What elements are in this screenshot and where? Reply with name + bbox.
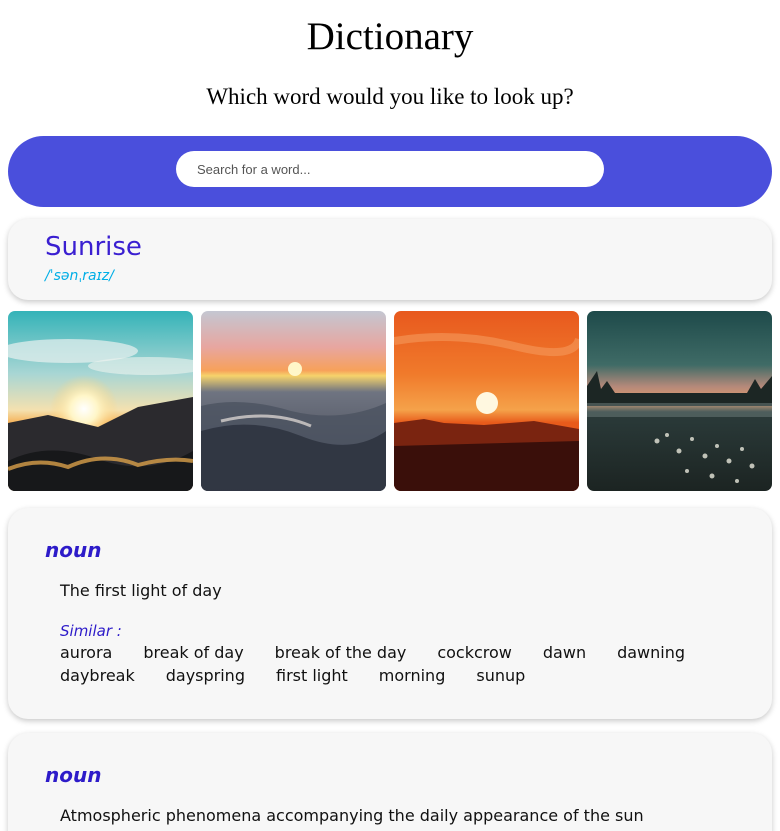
- synonym-item[interactable]: dayspring: [166, 666, 245, 685]
- definition-text: Atmospheric phenomena accompanying the d…: [60, 806, 644, 825]
- synonym-item[interactable]: aurora: [60, 643, 112, 662]
- page-title: Dictionary: [306, 15, 474, 58]
- sunrise-image-orange-sky: [394, 311, 579, 491]
- meaning-card: noun The first light of day Similar : au…: [8, 508, 772, 719]
- word-header-card: Sunrise /ˈsənˌraɪz/: [8, 219, 772, 300]
- synonym-item[interactable]: daybreak: [60, 666, 135, 685]
- meaning-card: noun Atmospheric phenomena accompanying …: [8, 733, 772, 831]
- sunrise-image-mountains: [8, 311, 193, 491]
- synonym-item[interactable]: break of day: [143, 643, 243, 662]
- search-bar: [8, 136, 772, 207]
- synonym-item[interactable]: dawning: [617, 643, 685, 662]
- part-of-speech: noun: [45, 763, 102, 787]
- word-title: Sunrise: [45, 232, 142, 262]
- search-input[interactable]: [176, 151, 604, 187]
- synonym-list: aurora break of day break of the day coc…: [60, 643, 740, 685]
- page-subtitle: Which word would you like to look up?: [206, 84, 574, 109]
- synonym-item[interactable]: morning: [379, 666, 446, 685]
- phonetic-text: /ˈsənˌraɪz/: [45, 268, 114, 284]
- image-gallery: [8, 311, 772, 491]
- synonym-item[interactable]: cockcrow: [437, 643, 512, 662]
- part-of-speech: noun: [45, 538, 102, 562]
- similar-label: Similar :: [60, 622, 122, 640]
- definition-text: The first light of day: [60, 581, 222, 600]
- sunrise-image-field: [587, 311, 772, 491]
- sunrise-image-ocean: [201, 311, 386, 491]
- synonym-item[interactable]: dawn: [543, 643, 586, 662]
- synonym-item[interactable]: sunup: [476, 666, 525, 685]
- synonym-item[interactable]: break of the day: [275, 643, 407, 662]
- synonym-item[interactable]: first light: [276, 666, 348, 685]
